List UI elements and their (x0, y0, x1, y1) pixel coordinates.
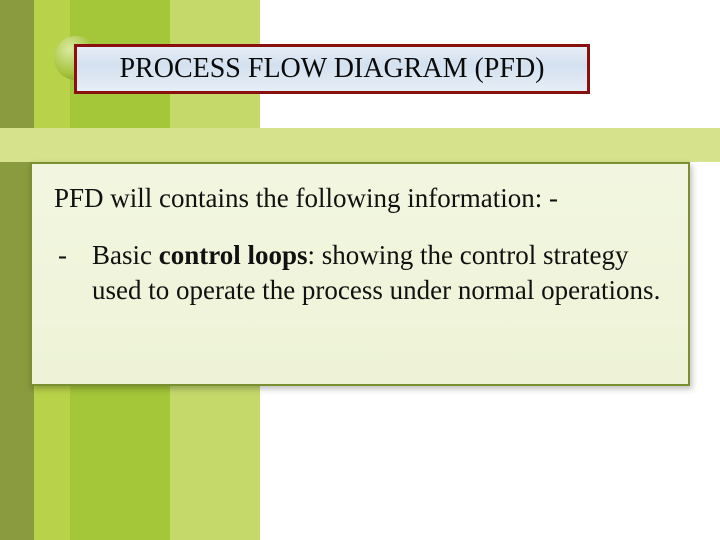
list-item-seg1: Basic (92, 240, 159, 270)
slide-title-box: PROCESS FLOW DIAGRAM (PFD) (74, 44, 590, 94)
bg-stripe-1 (0, 0, 34, 540)
intro-text: PFD will contains the following informat… (54, 182, 666, 216)
list-item-body: Basic control loops: showing the control… (92, 238, 666, 308)
list-dash: - (54, 238, 92, 308)
list-item: - Basic control loops: showing the contr… (54, 238, 666, 308)
list-item-bold: control loops (159, 240, 308, 270)
slide-title: PROCESS FLOW DIAGRAM (PFD) (119, 53, 544, 85)
horizontal-band (0, 128, 720, 162)
content-box: PFD will contains the following informat… (30, 162, 690, 386)
